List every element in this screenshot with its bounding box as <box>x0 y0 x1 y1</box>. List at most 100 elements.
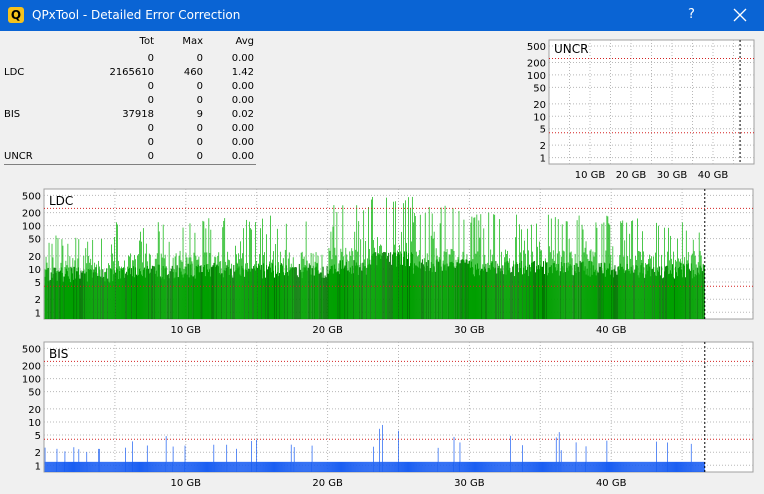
bar <box>507 250 508 319</box>
bar <box>659 266 661 319</box>
bar <box>138 254 139 319</box>
bar <box>612 461 614 472</box>
bar <box>586 461 588 472</box>
bar <box>607 216 609 319</box>
bar <box>671 461 673 472</box>
bar <box>683 257 685 319</box>
bar <box>544 461 546 472</box>
bar <box>105 272 106 319</box>
bar <box>451 461 453 472</box>
bar <box>382 424 383 472</box>
bar <box>338 461 340 472</box>
bar <box>674 278 676 319</box>
bar <box>205 461 207 472</box>
bar <box>186 257 188 319</box>
bar <box>450 248 452 319</box>
stats-row: 0 0 0.00 <box>0 123 260 137</box>
bar <box>330 231 332 319</box>
bar <box>613 269 615 319</box>
bar <box>386 197 387 319</box>
bar <box>431 213 433 319</box>
bar <box>688 461 690 472</box>
bar <box>429 461 431 472</box>
bar <box>386 461 388 472</box>
bar <box>679 258 681 319</box>
bar <box>78 239 80 319</box>
bar <box>700 255 702 319</box>
row-tot: 37918 <box>122 109 154 120</box>
bar <box>583 252 585 319</box>
bar <box>170 268 172 319</box>
bar <box>473 461 475 472</box>
row-avg: 0.00 <box>231 137 254 148</box>
bar <box>613 461 615 472</box>
bar <box>571 258 573 319</box>
bar <box>134 255 135 319</box>
bar <box>192 276 194 319</box>
bar <box>371 199 372 319</box>
bar <box>363 461 365 472</box>
bar <box>292 461 294 472</box>
bar <box>661 461 663 472</box>
bar <box>272 461 274 472</box>
bar <box>92 461 94 472</box>
bar <box>317 461 319 472</box>
bar <box>406 242 407 319</box>
bar <box>622 461 624 472</box>
bar <box>186 461 188 472</box>
row-avg: 1.42 <box>231 67 254 78</box>
bar <box>644 461 646 472</box>
bar <box>62 461 64 472</box>
bar <box>484 461 486 472</box>
bar <box>147 461 149 472</box>
bar <box>702 461 704 472</box>
bar <box>262 461 264 472</box>
bar <box>252 268 254 319</box>
bar <box>614 461 616 472</box>
bar <box>323 461 325 472</box>
bar <box>558 251 560 319</box>
bar <box>238 253 239 319</box>
bar <box>463 461 465 472</box>
bar <box>448 461 450 472</box>
bar <box>377 237 378 319</box>
bar <box>202 220 204 319</box>
bar <box>123 461 125 472</box>
bar <box>115 461 117 472</box>
bar <box>415 251 417 319</box>
header-avg: Avg <box>235 36 254 47</box>
bar <box>361 270 363 319</box>
bar <box>44 447 46 472</box>
bar <box>234 271 236 319</box>
bar <box>399 461 401 472</box>
bar <box>630 258 632 319</box>
bar <box>391 264 393 319</box>
bar <box>304 265 306 319</box>
bar <box>245 263 246 319</box>
bar <box>61 461 63 472</box>
bar <box>685 461 687 472</box>
bar <box>535 461 537 472</box>
bar <box>564 461 566 472</box>
bar <box>194 461 196 472</box>
bar <box>534 461 536 472</box>
bar <box>676 461 677 472</box>
help-button[interactable]: ? <box>688 7 695 22</box>
bar <box>76 271 78 319</box>
bar <box>447 266 449 319</box>
close-icon[interactable] <box>728 3 752 27</box>
bar <box>329 250 331 319</box>
bar <box>98 448 100 472</box>
bar <box>171 461 173 472</box>
bar <box>158 461 160 472</box>
bar <box>365 461 367 472</box>
bar <box>339 260 341 319</box>
bar <box>524 461 526 472</box>
bar <box>83 255 85 319</box>
bar <box>584 247 586 319</box>
bar <box>545 461 547 472</box>
bar <box>629 461 631 472</box>
y-tick-label: 5 <box>540 125 546 136</box>
bar <box>521 229 522 319</box>
bar <box>359 267 361 319</box>
